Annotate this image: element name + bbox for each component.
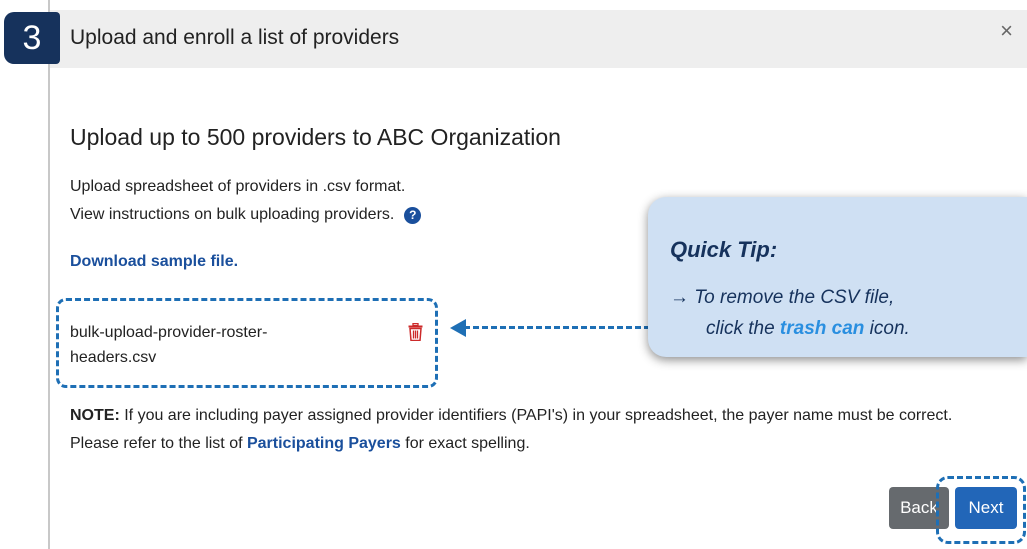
file-name-line2: headers.csv: [70, 349, 157, 366]
quick-tip-line2-pre: click the: [706, 318, 780, 339]
callout-arrow-head: [450, 319, 466, 337]
file-name-line1: bulk-upload-provider-roster-: [70, 324, 268, 341]
bulk-upload-help-text: View instructions on bulk uploading prov…: [70, 206, 422, 224]
quick-tip-title: Quick Tip:: [670, 237, 778, 262]
quick-tip-highlight: trash can: [779, 318, 865, 339]
quick-tip-body: → To remove the CSV file, click the tras…: [670, 282, 910, 344]
dialog-title: Upload and enroll a list of providers: [70, 26, 400, 49]
participating-payers-link[interactable]: Participating Payers: [247, 435, 401, 452]
note-text-2: for exact spelling.: [400, 435, 530, 452]
question-circle-icon[interactable]: ?: [404, 206, 422, 224]
uploaded-file-name: bulk-upload-provider-roster- headers.csv: [70, 320, 350, 370]
page-heading: Upload up to 500 providers to ABC Organi…: [70, 124, 561, 150]
bulk-upload-help-label: View instructions on bulk uploading prov…: [70, 206, 395, 223]
callout-arrow-line: [464, 326, 650, 329]
note-label: NOTE:: [70, 407, 120, 424]
quick-tip-line1-text: To remove the CSV file,: [694, 287, 895, 308]
payer-note: NOTE: If you are including payer assigne…: [70, 402, 970, 458]
quick-tip-line2: click the trash can icon.: [670, 313, 910, 344]
dialog-header: Upload and enroll a list of providers ×: [50, 10, 1027, 68]
quick-tip-line2-post: icon.: [864, 318, 910, 339]
step-number-badge: 3: [4, 12, 60, 64]
quick-tip-line1: → To remove the CSV file,: [670, 282, 910, 313]
upload-instructions-text: Upload spreadsheet of providers in .csv …: [70, 178, 406, 195]
download-sample-link[interactable]: Download sample file.: [70, 253, 238, 271]
quick-tip-callout: Quick Tip: → To remove the CSV file, cli…: [648, 197, 1027, 357]
next-button-highlight-outline: [936, 476, 1026, 544]
right-arrow-icon: →: [670, 287, 689, 308]
trash-icon[interactable]: [408, 323, 423, 341]
close-button[interactable]: ×: [1000, 20, 1013, 42]
